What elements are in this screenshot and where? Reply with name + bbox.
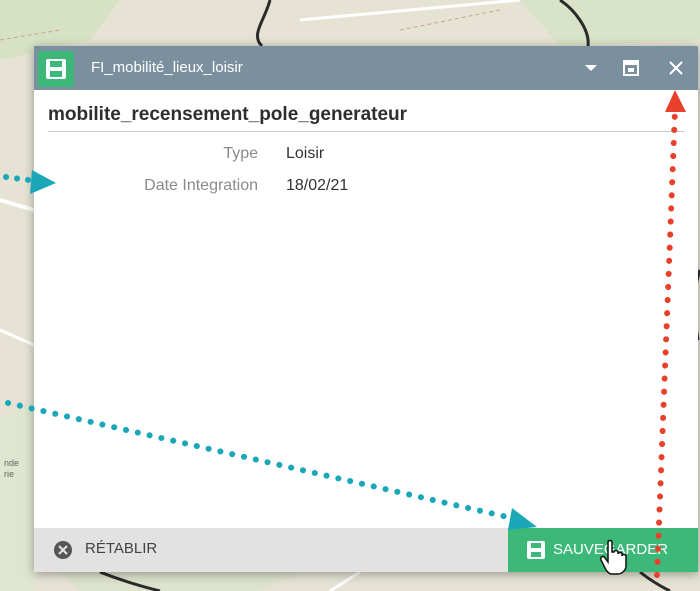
field-label: Type (223, 145, 258, 162)
map-label: rie (4, 469, 14, 479)
field-label: Date Integration (144, 177, 258, 194)
dialog-title: FI_mobilité_lieux_loisir (91, 59, 243, 76)
close-icon[interactable] (666, 58, 686, 78)
save-icon (38, 51, 74, 87)
dialog-titlebar[interactable]: FI_mobilité_lieux_loisir (34, 46, 698, 90)
field-row-date-integration: Date Integration 18/02/21 (48, 177, 348, 199)
reset-label: RÉTABLIR (85, 540, 158, 557)
field-row-type: Type Loisir (48, 145, 324, 167)
layer-name: mobilite_recensement_pole_generateur (48, 104, 408, 125)
field-value: Loisir (286, 145, 325, 162)
map-label: nde (4, 458, 19, 468)
feature-info-dialog: FI_mobilité_lieux_loisir mobilite_recens… (34, 46, 698, 572)
field-value: 18/02/21 (286, 177, 349, 194)
cancel-circle-icon (54, 541, 72, 559)
dialog-footer: RÉTABLIR SAUVEGARDER (34, 528, 698, 572)
layer-divider (48, 131, 684, 132)
save-label: SAUVEGARDER (553, 541, 669, 558)
save-icon (527, 541, 545, 559)
restore-icon[interactable] (621, 58, 641, 78)
chevron-down-icon[interactable] (581, 58, 601, 78)
save-button[interactable]: SAUVEGARDER (508, 528, 698, 572)
